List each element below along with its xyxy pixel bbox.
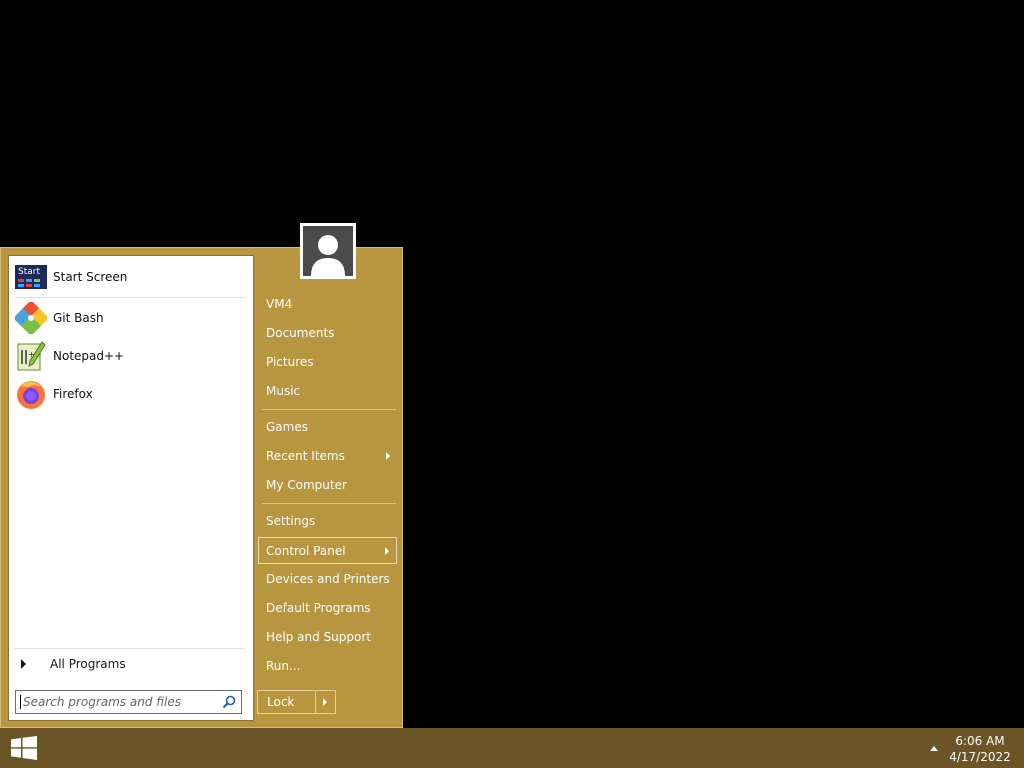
clock-time: 6:06 AM: [955, 734, 1005, 748]
menu-item-my-computer[interactable]: My Computer: [258, 472, 397, 498]
menu-item-label: Music: [266, 384, 301, 398]
programs-pane: Start Start Screen Git Bash Notepad++ Fi…: [8, 255, 254, 721]
program-firefox[interactable]: Firefox: [13, 376, 249, 412]
menu-item-games[interactable]: Games: [258, 414, 397, 440]
menu-item-run[interactable]: Run...: [258, 653, 397, 679]
chevron-right-icon: [323, 698, 327, 706]
program-label: Start Screen: [53, 270, 128, 284]
menu-item-label: Control Panel: [266, 543, 346, 558]
program-start-screen[interactable]: Start Start Screen: [13, 259, 249, 295]
divider: [15, 648, 245, 649]
menu-item-label: VM4: [266, 297, 293, 311]
user-silhouette-icon: [303, 226, 353, 276]
menu-item-pictures[interactable]: Pictures: [258, 349, 397, 375]
text-caret: [20, 695, 21, 709]
lock-button-group: Lock: [257, 690, 336, 714]
search-input[interactable]: [23, 695, 213, 709]
lock-label: Lock: [267, 695, 295, 709]
divider: [15, 297, 245, 298]
windows-logo-icon: [11, 736, 37, 760]
menu-item-recent-items[interactable]: Recent Items: [258, 443, 397, 469]
firefox-icon: [15, 378, 47, 410]
program-label: Notepad++: [53, 349, 125, 363]
menu-item-label: Recent Items: [266, 449, 345, 463]
program-label: Firefox: [53, 387, 93, 401]
menu-item-user-folder[interactable]: VM4: [258, 291, 397, 317]
taskbar: 6:06 AM 4/17/2022: [0, 728, 1024, 768]
program-notepad-plus-plus[interactable]: ++ Notepad++: [13, 338, 249, 374]
submenu-arrow-icon: [386, 452, 390, 460]
expand-arrow-icon: [21, 659, 26, 669]
menu-item-control-panel[interactable]: Control Panel: [258, 537, 397, 564]
divider: [262, 503, 396, 504]
lock-button[interactable]: Lock: [258, 691, 316, 713]
menu-item-help-and-support[interactable]: Help and Support: [258, 624, 397, 650]
menu-item-default-programs[interactable]: Default Programs: [258, 595, 397, 621]
menu-item-label: Devices and Printers: [266, 572, 390, 586]
clock-date: 4/17/2022: [949, 750, 1011, 764]
show-hidden-icons-icon[interactable]: [930, 746, 938, 751]
notepad-plus-plus-icon: ++: [15, 340, 47, 372]
svg-text:Start: Start: [18, 267, 40, 277]
menu-item-label: Games: [266, 420, 308, 434]
menu-item-settings[interactable]: Settings: [258, 508, 397, 534]
menu-item-label: Help and Support: [266, 630, 371, 644]
search-box[interactable]: [15, 690, 242, 714]
program-label: Git Bash: [53, 311, 104, 325]
all-programs-label: All Programs: [50, 657, 126, 671]
divider: [262, 409, 396, 410]
all-programs-item[interactable]: All Programs: [13, 653, 249, 675]
menu-item-label: Default Programs: [266, 601, 371, 615]
menu-item-label: Run...: [266, 659, 301, 673]
menu-item-label: Pictures: [266, 355, 314, 369]
menu-item-label: My Computer: [266, 478, 347, 492]
power-options-button[interactable]: [316, 691, 335, 713]
menu-item-devices-and-printers[interactable]: Devices and Printers: [258, 566, 397, 592]
taskbar-clock[interactable]: 6:06 AM 4/17/2022: [944, 733, 1016, 765]
menu-item-music[interactable]: Music: [258, 378, 397, 404]
git-bash-icon: [15, 302, 47, 334]
start-button[interactable]: [10, 736, 38, 760]
start-screen-icon: Start: [15, 261, 47, 293]
user-avatar[interactable]: [300, 223, 356, 279]
submenu-arrow-icon: [385, 547, 389, 555]
program-git-bash[interactable]: Git Bash: [13, 300, 249, 336]
menu-item-documents[interactable]: Documents: [258, 320, 397, 346]
search-icon[interactable]: [222, 695, 236, 709]
menu-item-label: Settings: [266, 514, 316, 528]
menu-item-label: Documents: [266, 326, 335, 340]
